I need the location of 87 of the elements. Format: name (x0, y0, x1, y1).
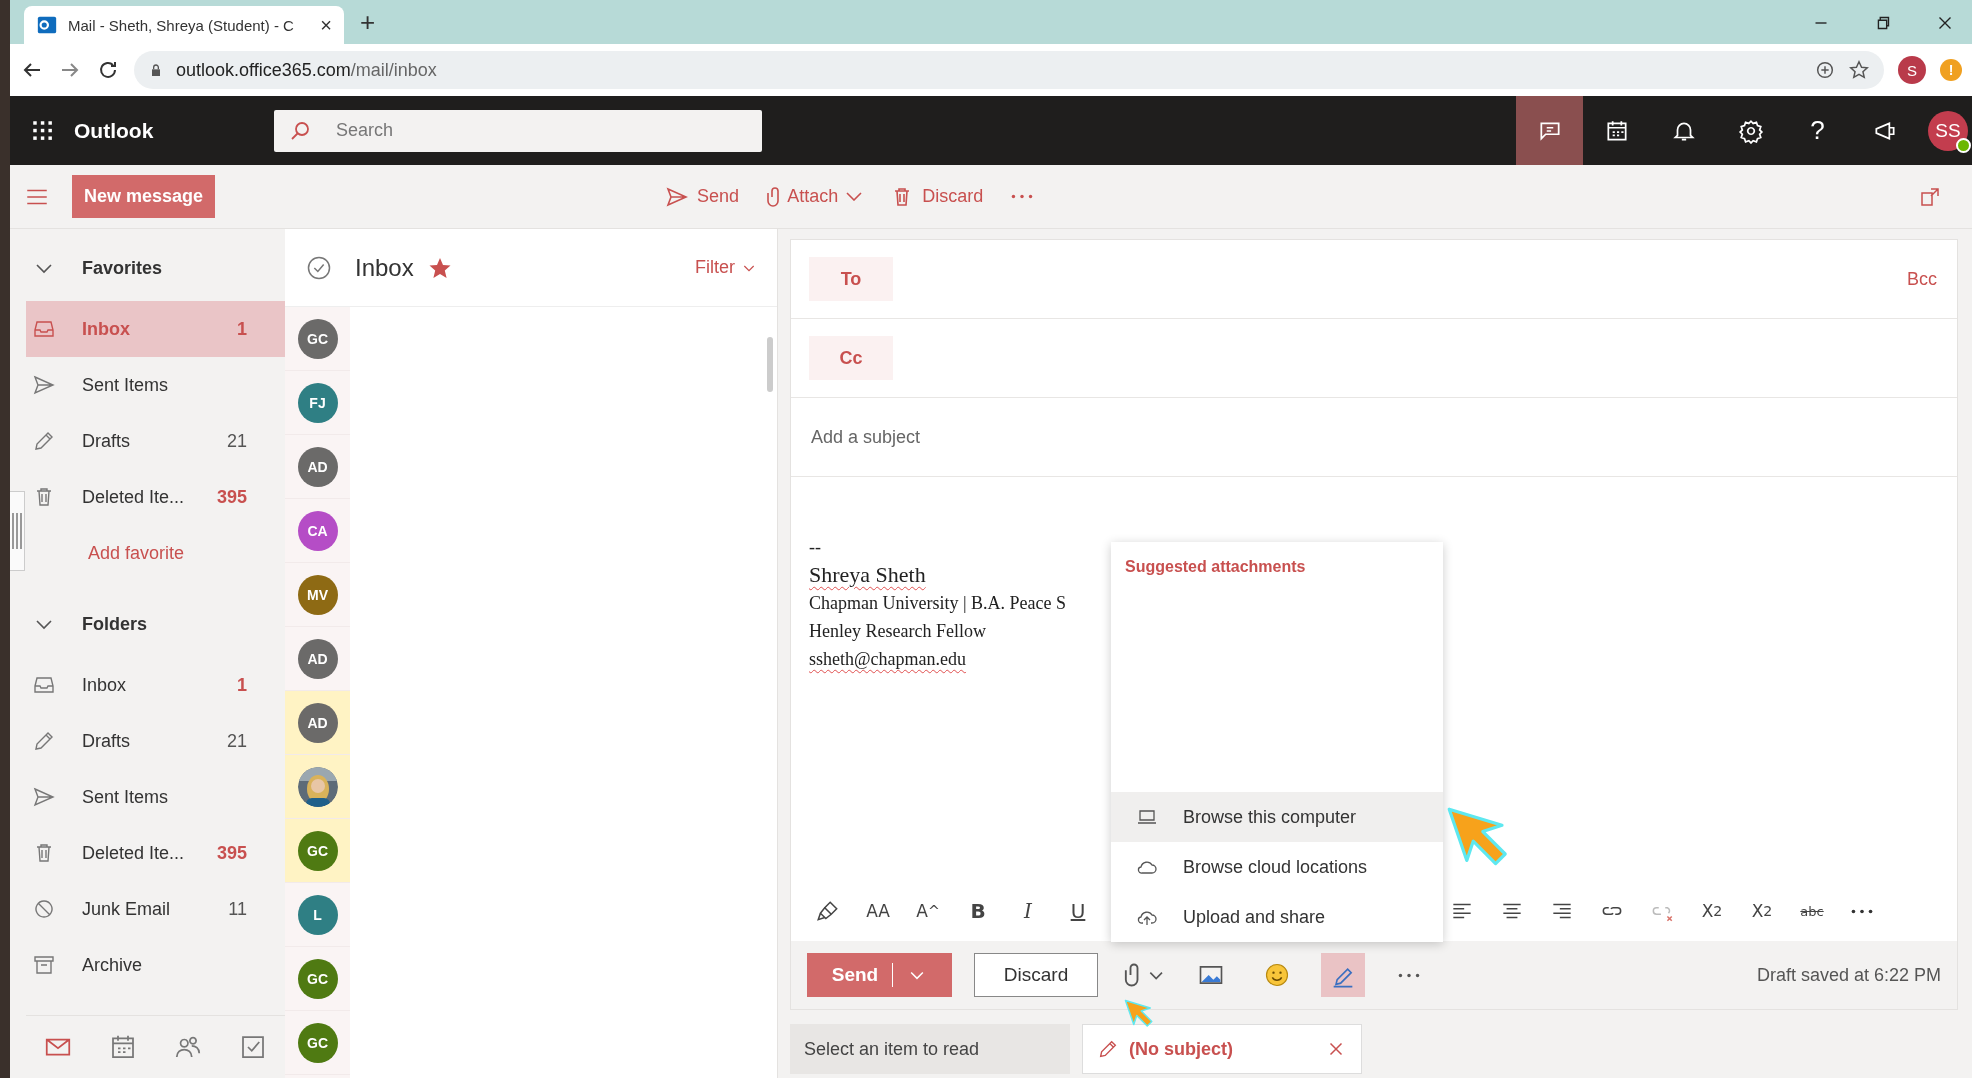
signature-line: Henley Research Fellow (809, 620, 986, 643)
discard-action[interactable]: Discard (890, 184, 984, 209)
folder-item[interactable]: Drafts 21 (26, 713, 285, 769)
editor-button[interactable] (1320, 953, 1365, 997)
menu-item[interactable]: Upload and share (1111, 892, 1443, 942)
attach-icon (767, 186, 780, 207)
sender-avatar: GC (297, 318, 338, 359)
draft-status: Draft saved at 6:22 PM (1756, 964, 1941, 986)
reading-tab[interactable]: Select an item to read (790, 1024, 1070, 1074)
avatar-cell[interactable]: L (285, 883, 350, 947)
sender-avatar: GC (297, 1022, 338, 1063)
signature-line: Chapman University | B.A. Peace S (809, 592, 1067, 615)
folder-item[interactable]: Inbox 1 (26, 657, 285, 713)
avatar-cell[interactable]: AD (285, 691, 350, 755)
sender-avatar: FJ (297, 382, 338, 423)
add-favorite-link[interactable]: Add favorite (26, 525, 285, 581)
avatar-cell[interactable]: GC (285, 947, 350, 1011)
help-button[interactable]: ? (1784, 96, 1851, 165)
folder-item[interactable]: Archive (26, 937, 285, 993)
cc-button[interactable]: Cc (809, 336, 893, 380)
underline-button[interactable]: U (1059, 892, 1097, 930)
format-button[interactable]: AA (859, 892, 897, 930)
sender-avatar: GC (297, 958, 338, 999)
filter-button[interactable]: Filter (695, 257, 757, 278)
menu-heading: Suggested attachments (1124, 557, 1307, 577)
app-icon (36, 14, 58, 36)
folder-item[interactable]: Sent Items (26, 769, 285, 825)
avatar-cell[interactable]: GC (285, 1011, 350, 1075)
app-title: Outlook (74, 118, 155, 143)
sender-avatar: AD (297, 638, 338, 679)
folder-item[interactable]: Drafts 21 (26, 413, 285, 469)
section-header[interactable]: Favorites (26, 235, 285, 301)
signature-line: ssheth@chapman.edu (809, 648, 967, 671)
folder-item[interactable]: Deleted Ite... 395 (26, 825, 285, 881)
address-bar[interactable]: outlook.office365.com/mail/inbox (134, 51, 1884, 89)
search-field[interactable]: Search (274, 109, 762, 152)
browser-tab[interactable]: Mail - Sheth, Shreya (Student) - C × (24, 6, 344, 44)
sender-avatar: CA (297, 510, 338, 551)
avatar-cell[interactable]: MV (285, 563, 350, 627)
menu-item[interactable]: Browse cloud locations (1111, 842, 1443, 892)
folder-item[interactable]: Junk Email 11 (26, 881, 285, 937)
discard-button[interactable]: Discard (974, 953, 1098, 997)
sent-icon (32, 785, 56, 809)
bcc-link[interactable]: Bcc (1907, 268, 1937, 290)
junk-icon (32, 897, 56, 921)
section-header[interactable]: Folders (26, 591, 285, 657)
tab-title: Mail - Sheth, Shreya (Student) - C (68, 16, 295, 34)
avatar-cell[interactable]: FJ (285, 371, 350, 435)
user-avatar[interactable]: SS (1928, 110, 1968, 151)
reading-tab[interactable]: (No subject) (1082, 1024, 1362, 1074)
sent-icon (32, 373, 56, 397)
new-tab-button[interactable]: + (360, 7, 376, 38)
sender-avatar: AD (297, 446, 338, 487)
menu-item[interactable]: Browse this computer (1111, 792, 1443, 842)
pointer-arrow-icon (1124, 999, 1154, 1029)
sender-avatar: L (297, 894, 338, 935)
add-icon[interactable] (1814, 59, 1836, 81)
pencil-icon (1097, 1038, 1119, 1060)
bookmark-star-icon[interactable] (1848, 59, 1870, 81)
avatar-cell[interactable] (285, 755, 350, 819)
strike-button[interactable]: abc (1793, 892, 1831, 930)
signature-line: Shreya Sheth (809, 561, 926, 589)
attach-action[interactable]: Attach (767, 186, 863, 207)
sender-avatar: AD (297, 702, 338, 743)
folder-item[interactable]: Sent Items (26, 357, 285, 413)
sender-avatar: MV (297, 574, 338, 615)
chevron-down-icon (846, 192, 863, 201)
profile-avatar[interactable]: S (1898, 56, 1926, 84)
italic-button[interactable]: I (1009, 892, 1047, 930)
avatar-cell[interactable]: AD (285, 627, 350, 691)
close-tab-button[interactable]: × (320, 13, 332, 37)
more-icon (1397, 972, 1420, 978)
avatar-cell[interactable]: GC (285, 307, 350, 371)
signature-line: -- (809, 536, 821, 559)
send-action[interactable]: Send (665, 184, 740, 209)
avatar-cell[interactable]: CA (285, 499, 350, 563)
bold-button[interactable]: B (959, 892, 997, 930)
avatar-cell[interactable]: GC (285, 819, 350, 883)
to-button[interactable]: To (809, 257, 893, 301)
resize-handle[interactable] (10, 491, 25, 571)
folder-title: Inbox (355, 253, 414, 282)
url-text: outlook.office365.com/mail/inbox (176, 59, 438, 81)
more-icon[interactable] (1851, 908, 1873, 914)
archive-icon (32, 953, 56, 977)
sender-avatar: GC (297, 830, 338, 871)
avatar-cell[interactable]: AD (285, 435, 350, 499)
folder-item[interactable]: Deleted Ite... 395 (26, 469, 285, 525)
